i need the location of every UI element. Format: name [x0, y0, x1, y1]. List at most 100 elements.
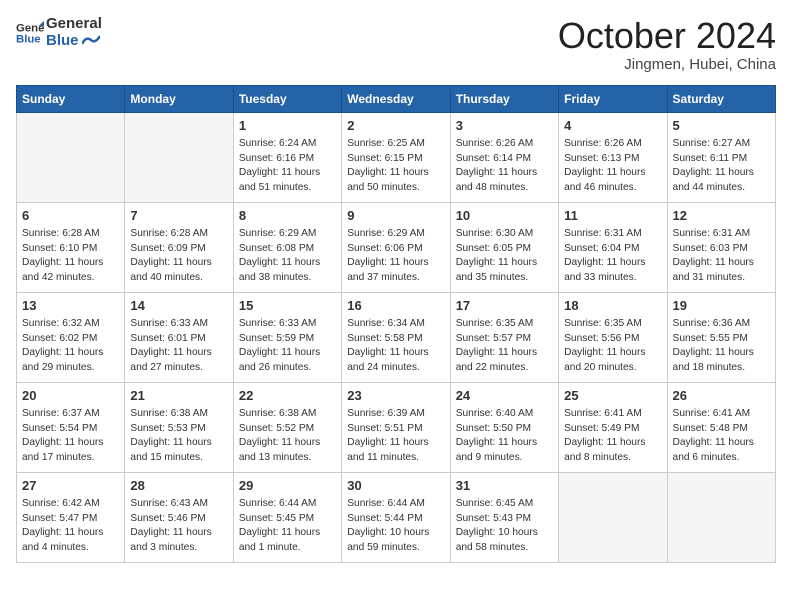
- day-info: Sunrise: 6:38 AM Sunset: 5:52 PM Dayligh…: [239, 407, 336, 466]
- day-info: Sunrise: 6:44 AM Sunset: 5:45 PM Dayligh…: [239, 497, 336, 556]
- day-info: Sunrise: 6:26 AM Sunset: 6:13 PM Dayligh…: [564, 137, 661, 196]
- calendar-cell: 11 Sunrise: 6:31 AM Sunset: 6:04 PM Dayli…: [559, 202, 667, 292]
- day-number: 31: [456, 477, 553, 495]
- calendar-body: 1 Sunrise: 6:24 AM Sunset: 6:16 PM Daylig…: [17, 112, 776, 562]
- day-number: 30: [347, 477, 444, 495]
- day-number: 5: [673, 117, 770, 135]
- day-info: Sunrise: 6:41 AM Sunset: 5:48 PM Dayligh…: [673, 407, 770, 466]
- day-number: 2: [347, 117, 444, 135]
- day-number: 6: [22, 207, 119, 225]
- calendar-cell: 13 Sunrise: 6:32 AM Sunset: 6:02 PM Dayli…: [17, 292, 125, 382]
- day-info: Sunrise: 6:35 AM Sunset: 5:57 PM Dayligh…: [456, 317, 553, 376]
- calendar-cell: 25 Sunrise: 6:41 AM Sunset: 5:49 PM Dayli…: [559, 382, 667, 472]
- day-number: 20: [22, 387, 119, 405]
- day-info: Sunrise: 6:27 AM Sunset: 6:11 PM Dayligh…: [673, 137, 770, 196]
- day-info: Sunrise: 6:36 AM Sunset: 5:55 PM Dayligh…: [673, 317, 770, 376]
- calendar-cell: [17, 112, 125, 202]
- weekday-header-row: SundayMondayTuesdayWednesdayThursdayFrid…: [17, 85, 776, 112]
- day-info: Sunrise: 6:31 AM Sunset: 6:03 PM Dayligh…: [673, 227, 770, 286]
- weekday-header-wednesday: Wednesday: [342, 85, 450, 112]
- day-info: Sunrise: 6:41 AM Sunset: 5:49 PM Dayligh…: [564, 407, 661, 466]
- calendar-cell: 2 Sunrise: 6:25 AM Sunset: 6:15 PM Daylig…: [342, 112, 450, 202]
- calendar-cell: 22 Sunrise: 6:38 AM Sunset: 5:52 PM Dayli…: [233, 382, 341, 472]
- day-info: Sunrise: 6:39 AM Sunset: 5:51 PM Dayligh…: [347, 407, 444, 466]
- day-number: 9: [347, 207, 444, 225]
- calendar-week-2: 13 Sunrise: 6:32 AM Sunset: 6:02 PM Dayli…: [17, 292, 776, 382]
- calendar-cell: 24Sunrise: 6:40 AM Sunset: 5:50 PM Dayli…: [450, 382, 558, 472]
- calendar-cell: [667, 472, 775, 562]
- day-info: Sunrise: 6:42 AM Sunset: 5:47 PM Dayligh…: [22, 497, 119, 556]
- calendar-cell: 12 Sunrise: 6:31 AM Sunset: 6:03 PM Dayli…: [667, 202, 775, 292]
- calendar-table: SundayMondayTuesdayWednesdayThursdayFrid…: [16, 85, 776, 563]
- day-number: 23: [347, 387, 444, 405]
- day-number: 21: [130, 387, 227, 405]
- day-info: Sunrise: 6:26 AM Sunset: 6:14 PM Dayligh…: [456, 137, 553, 196]
- calendar-cell: [125, 112, 233, 202]
- calendar-cell: 7 Sunrise: 6:28 AM Sunset: 6:09 PM Daylig…: [125, 202, 233, 292]
- svg-text:Blue: Blue: [16, 33, 41, 45]
- logo-icon: General Blue: [16, 19, 44, 47]
- day-number: 26: [673, 387, 770, 405]
- day-number: 14: [130, 297, 227, 315]
- day-number: 10: [456, 207, 553, 225]
- day-info: Sunrise: 6:29 AM Sunset: 6:06 PM Dayligh…: [347, 227, 444, 286]
- day-info: Sunrise: 6:28 AM Sunset: 6:10 PM Dayligh…: [22, 227, 119, 286]
- calendar-cell: 21 Sunrise: 6:38 AM Sunset: 5:53 PM Dayli…: [125, 382, 233, 472]
- calendar-week-0: 1 Sunrise: 6:24 AM Sunset: 6:16 PM Daylig…: [17, 112, 776, 202]
- logo: General Blue General Blue: [16, 16, 102, 49]
- day-number: 16: [347, 297, 444, 315]
- calendar-cell: 23 Sunrise: 6:39 AM Sunset: 5:51 PM Dayli…: [342, 382, 450, 472]
- svg-text:General: General: [16, 22, 44, 34]
- logo-blue: Blue: [46, 33, 102, 50]
- day-info: Sunrise: 6:25 AM Sunset: 6:15 PM Dayligh…: [347, 137, 444, 196]
- calendar-cell: 15Sunrise: 6:33 AM Sunset: 5:59 PM Dayli…: [233, 292, 341, 382]
- calendar-cell: 17Sunrise: 6:35 AM Sunset: 5:57 PM Dayli…: [450, 292, 558, 382]
- weekday-header-thursday: Thursday: [450, 85, 558, 112]
- day-number: 12: [673, 207, 770, 225]
- calendar-week-3: 20 Sunrise: 6:37 AM Sunset: 5:54 PM Dayli…: [17, 382, 776, 472]
- day-info: Sunrise: 6:32 AM Sunset: 6:02 PM Dayligh…: [22, 317, 119, 376]
- weekday-header-tuesday: Tuesday: [233, 85, 341, 112]
- calendar-cell: 3Sunrise: 6:26 AM Sunset: 6:14 PM Daylig…: [450, 112, 558, 202]
- day-info: Sunrise: 6:44 AM Sunset: 5:44 PM Dayligh…: [347, 497, 444, 556]
- weekday-header-sunday: Sunday: [17, 85, 125, 112]
- day-info: Sunrise: 6:31 AM Sunset: 6:04 PM Dayligh…: [564, 227, 661, 286]
- calendar-cell: 8Sunrise: 6:29 AM Sunset: 6:08 PM Daylig…: [233, 202, 341, 292]
- day-info: Sunrise: 6:30 AM Sunset: 6:05 PM Dayligh…: [456, 227, 553, 286]
- day-number: 13: [22, 297, 119, 315]
- weekday-header-friday: Friday: [559, 85, 667, 112]
- day-number: 1: [239, 117, 336, 135]
- calendar-cell: 20 Sunrise: 6:37 AM Sunset: 5:54 PM Dayli…: [17, 382, 125, 472]
- day-number: 25: [564, 387, 661, 405]
- calendar-week-1: 6 Sunrise: 6:28 AM Sunset: 6:10 PM Daylig…: [17, 202, 776, 292]
- calendar-cell: 4Sunrise: 6:26 AM Sunset: 6:13 PM Daylig…: [559, 112, 667, 202]
- calendar-header: SundayMondayTuesdayWednesdayThursdayFrid…: [17, 85, 776, 112]
- calendar-cell: 9 Sunrise: 6:29 AM Sunset: 6:06 PM Daylig…: [342, 202, 450, 292]
- day-info: Sunrise: 6:37 AM Sunset: 5:54 PM Dayligh…: [22, 407, 119, 466]
- day-info: Sunrise: 6:45 AM Sunset: 5:43 PM Dayligh…: [456, 497, 553, 556]
- day-info: Sunrise: 6:35 AM Sunset: 5:56 PM Dayligh…: [564, 317, 661, 376]
- calendar-cell: 5 Sunrise: 6:27 AM Sunset: 6:11 PM Daylig…: [667, 112, 775, 202]
- weekday-header-monday: Monday: [125, 85, 233, 112]
- calendar-cell: 26 Sunrise: 6:41 AM Sunset: 5:48 PM Dayli…: [667, 382, 775, 472]
- calendar-cell: 10 Sunrise: 6:30 AM Sunset: 6:05 PM Dayli…: [450, 202, 558, 292]
- day-number: 19: [673, 297, 770, 315]
- day-info: Sunrise: 6:29 AM Sunset: 6:08 PM Dayligh…: [239, 227, 336, 286]
- page-header: General Blue General Blue October 2024 J…: [16, 16, 776, 73]
- day-info: Sunrise: 6:24 AM Sunset: 6:16 PM Dayligh…: [239, 137, 336, 196]
- calendar-cell: 14 Sunrise: 6:33 AM Sunset: 6:01 PM Dayli…: [125, 292, 233, 382]
- calendar-cell: 1 Sunrise: 6:24 AM Sunset: 6:16 PM Daylig…: [233, 112, 341, 202]
- day-info: Sunrise: 6:38 AM Sunset: 5:53 PM Dayligh…: [130, 407, 227, 466]
- day-number: 11: [564, 207, 661, 225]
- calendar-cell: 6 Sunrise: 6:28 AM Sunset: 6:10 PM Daylig…: [17, 202, 125, 292]
- calendar-cell: 19 Sunrise: 6:36 AM Sunset: 5:55 PM Dayli…: [667, 292, 775, 382]
- day-number: 7: [130, 207, 227, 225]
- day-info: Sunrise: 6:28 AM Sunset: 6:09 PM Dayligh…: [130, 227, 227, 286]
- day-number: 24: [456, 387, 553, 405]
- calendar-cell: 28Sunrise: 6:43 AM Sunset: 5:46 PM Dayli…: [125, 472, 233, 562]
- calendar-cell: 16Sunrise: 6:34 AM Sunset: 5:58 PM Dayli…: [342, 292, 450, 382]
- day-info: Sunrise: 6:33 AM Sunset: 6:01 PM Dayligh…: [130, 317, 227, 376]
- logo-wave-icon: [82, 34, 100, 48]
- calendar-cell: 30 Sunrise: 6:44 AM Sunset: 5:44 PM Dayli…: [342, 472, 450, 562]
- day-number: 22: [239, 387, 336, 405]
